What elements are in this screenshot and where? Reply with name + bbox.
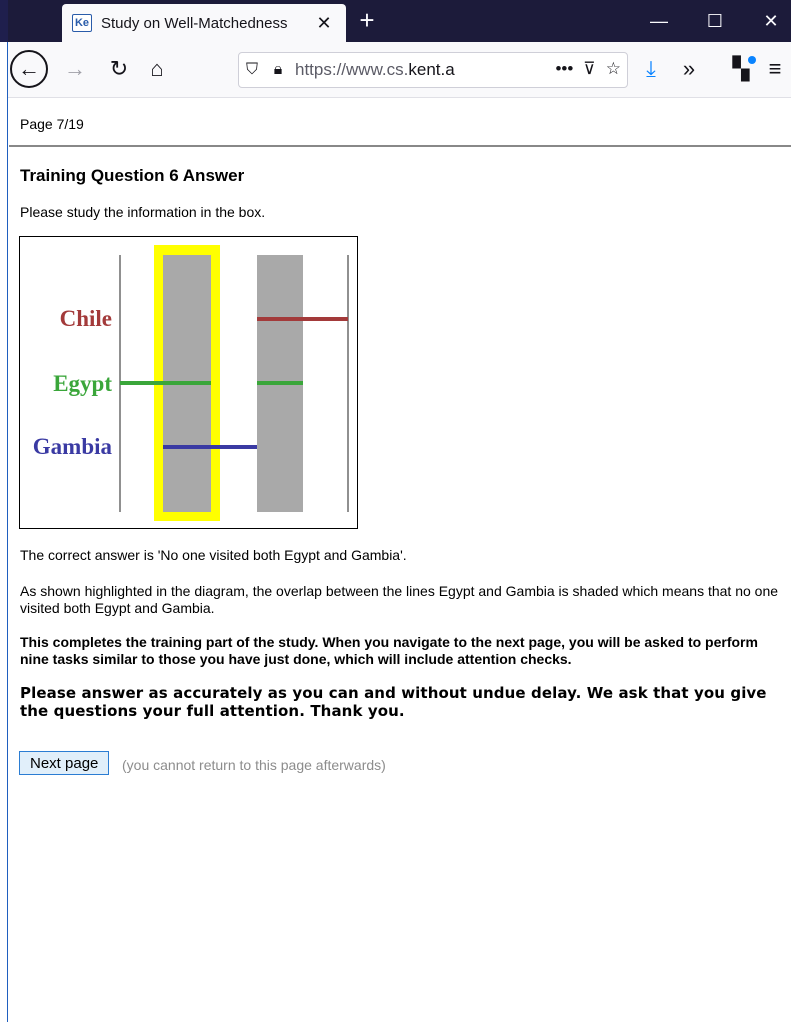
- tab-strip: Ke Study on Well-Matchedness ✕ + — ☐ ✕: [8, 0, 791, 42]
- lock-icon[interactable]: 🔒︎: [265, 61, 291, 79]
- navigation-bar: ← → ↻ ⌂ ⛉ 🔒︎ https://www.cs.kent.a ••• ⊽…: [8, 42, 791, 98]
- forward-icon[interactable]: →: [60, 54, 90, 84]
- address-bar[interactable]: ⛉ 🔒︎ https://www.cs.kent.a ••• ⊽ ☆: [238, 52, 628, 88]
- shield-icon[interactable]: ⛉: [239, 61, 265, 79]
- window-frame: [0, 0, 8, 1022]
- favicon-text: Ke: [74, 17, 90, 29]
- completion-text: This completes the training part of the …: [20, 634, 758, 667]
- pocket-icon[interactable]: ⊽: [583, 59, 595, 79]
- answer-text: The correct answer is 'No one visited bo…: [20, 547, 407, 563]
- next-page-note: (you cannot return to this page afterwar…: [122, 757, 386, 773]
- url-host: kent.a: [408, 60, 455, 79]
- download-icon[interactable]: ⤓: [636, 54, 666, 84]
- linear-diagram: Chile Egypt Gambia: [33, 245, 349, 521]
- page-actions-icon[interactable]: •••: [555, 59, 573, 79]
- overflow-chevron-icon[interactable]: »: [674, 54, 704, 84]
- site-favicon-icon: Ke: [72, 14, 92, 32]
- maximize-icon[interactable]: ☐: [692, 0, 738, 42]
- notification-dot: [748, 56, 756, 64]
- new-tab-icon[interactable]: +: [352, 6, 382, 36]
- label-chile: Chile: [60, 306, 112, 331]
- request-text: Please answer as accurately as you can a…: [20, 684, 767, 720]
- diagram-box: Chile Egypt Gambia: [19, 236, 358, 529]
- home-icon[interactable]: ⌂: [142, 54, 172, 84]
- url-text: https://www.cs.kent.a: [295, 60, 505, 80]
- explanation-text: As shown highlighted in the diagram, the…: [20, 583, 779, 616]
- back-icon[interactable]: ←: [10, 50, 48, 88]
- tab-title: Study on Well-Matchedness: [101, 14, 288, 32]
- bookmark-star-icon[interactable]: ☆: [606, 59, 621, 79]
- menu-hamburger-icon[interactable]: ≡: [760, 54, 790, 84]
- reload-icon[interactable]: ↻: [104, 54, 134, 84]
- label-gambia: Gambia: [33, 434, 113, 459]
- next-page-button[interactable]: Next page: [19, 751, 110, 775]
- divider: [9, 145, 791, 147]
- browser-tab[interactable]: Ke Study on Well-Matchedness ✕: [62, 4, 346, 42]
- minimize-icon[interactable]: —: [636, 0, 682, 42]
- label-egypt: Egypt: [53, 371, 112, 396]
- page-title: Training Question 6 Answer: [20, 166, 245, 185]
- instruction-text: Please study the information in the box.: [20, 204, 266, 220]
- close-window-icon[interactable]: ✕: [748, 0, 791, 42]
- url-scheme: https://www.cs.: [295, 60, 409, 79]
- page-number: Page 7/19: [20, 116, 84, 132]
- tab-close-icon[interactable]: ✕: [314, 13, 334, 34]
